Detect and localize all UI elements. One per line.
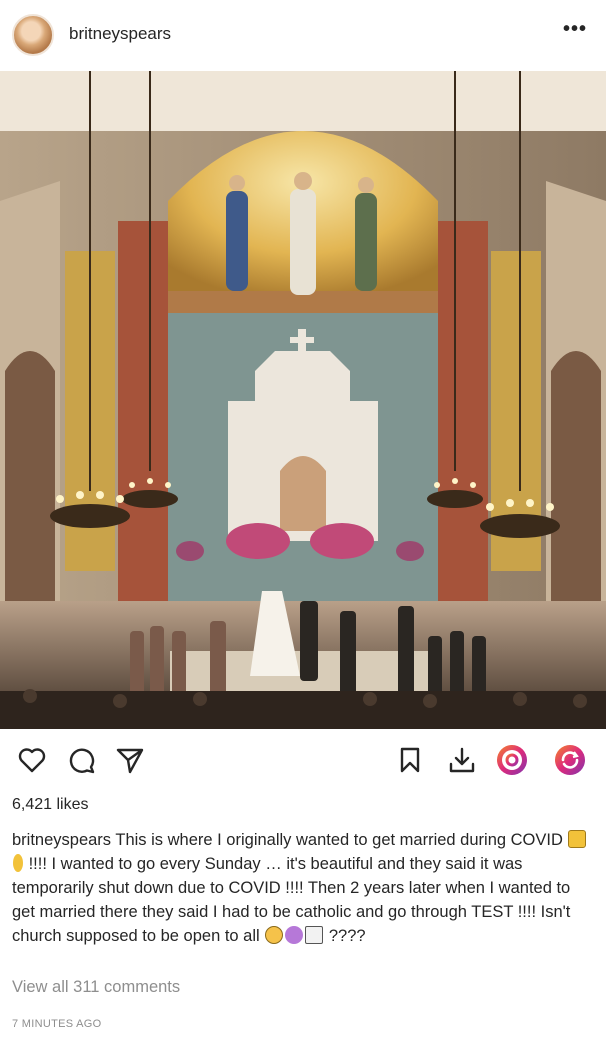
post-timestamp: 7 MINUTES AGO (12, 1018, 102, 1030)
download-icon[interactable] (442, 740, 482, 780)
post-caption: britneyspears This is where I originally… (12, 828, 592, 948)
caption-username[interactable]: britneyspears (12, 831, 111, 849)
caption-text-1: This is where I originally wanted to get… (115, 831, 563, 849)
avatar[interactable] (12, 14, 54, 56)
emoji-1-icon (568, 830, 587, 848)
bookmark-icon[interactable] (390, 740, 430, 780)
emoji-2-icon (13, 854, 23, 872)
post-actions (0, 740, 606, 784)
post-image[interactable] (0, 71, 606, 729)
post-username[interactable]: britneyspears (69, 24, 171, 44)
more-options-icon[interactable]: ••• (563, 19, 589, 42)
caption-text-3: ???? (328, 927, 366, 945)
comment-icon[interactable] (62, 740, 102, 780)
view-comments-link[interactable]: View all 311 comments (12, 978, 180, 997)
emoji-5-icon (305, 926, 324, 944)
emoji-4-icon (285, 926, 304, 944)
rec-icon[interactable] (492, 740, 532, 780)
share-icon[interactable] (110, 740, 150, 780)
likes-count[interactable]: 6,421 likes (12, 796, 89, 814)
post-header: britneyspears ••• (0, 0, 606, 70)
emoji-3-icon (265, 926, 284, 944)
repost-icon[interactable] (550, 740, 590, 780)
heart-icon[interactable] (12, 740, 52, 780)
